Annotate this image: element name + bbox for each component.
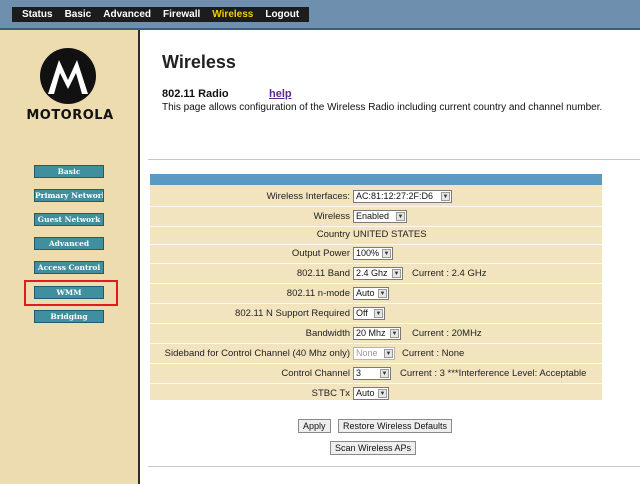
page-description: This page allows configuration of the Wi…: [162, 102, 603, 113]
row-n-mode: 802.11 n-mode Auto ▼: [150, 285, 602, 304]
n-support-label: 802.11 N Support Required: [235, 308, 350, 319]
row-output-power: Output Power 100% ▼: [150, 245, 602, 264]
nav-basic[interactable]: Basic: [59, 9, 98, 20]
wireless-value: Enabled: [356, 211, 390, 221]
restore-defaults-button[interactable]: Restore Wireless Defaults: [338, 419, 453, 433]
nav-status[interactable]: Status: [16, 9, 59, 20]
chevron-down-icon: ▼: [384, 349, 393, 358]
row-sideband: Sideband for Control Channel (40 Mhz onl…: [150, 345, 602, 364]
bandwidth-label: Bandwidth: [305, 328, 350, 339]
sideband-select[interactable]: None ▼: [353, 347, 395, 360]
scan-aps-button[interactable]: Scan Wireless APs: [330, 441, 417, 455]
row-wireless: Wireless Enabled ▼: [150, 208, 602, 227]
control-channel-current: Current : 3 ***Interference Level: Accep…: [400, 368, 587, 379]
help-link[interactable]: help: [269, 88, 292, 100]
sidebar-item-access-control[interactable]: Access Control: [34, 261, 104, 274]
wireless-settings-form: Wireless Interfaces: AC:81:12:27:2F:D6 ▼…: [150, 174, 602, 400]
sideband-label: Sideband for Control Channel (40 Mhz onl…: [164, 348, 350, 359]
sidebar-item-bridging[interactable]: Bridging: [34, 310, 104, 323]
sidebar-item-guest-network[interactable]: Guest Network: [34, 213, 104, 226]
stbc-tx-value: Auto: [356, 388, 375, 398]
control-channel-select[interactable]: 3 ▼: [353, 367, 391, 380]
row-n-support: 802.11 N Support Required Off ▼: [150, 305, 602, 324]
sidebar-item-basic[interactable]: Basic: [34, 165, 104, 178]
wireless-select[interactable]: Enabled ▼: [353, 210, 407, 223]
output-power-select[interactable]: 100% ▼: [353, 247, 393, 260]
chevron-down-icon: ▼: [441, 192, 450, 201]
control-channel-label: Control Channel: [281, 368, 350, 379]
band-value: 2.4 Ghz: [356, 268, 388, 278]
output-power-value: 100%: [356, 248, 380, 258]
chevron-down-icon: ▼: [374, 309, 383, 318]
sideband-current: Current : None: [402, 348, 465, 359]
chevron-down-icon: ▼: [392, 269, 401, 278]
apply-button[interactable]: Apply: [298, 419, 331, 433]
sideband-value: None: [356, 348, 378, 358]
page-title: Wireless: [162, 52, 236, 72]
n-mode-select[interactable]: Auto ▼: [353, 287, 389, 300]
sidebar-item-advanced[interactable]: Advanced: [34, 237, 104, 250]
sidebar-item-primary-network[interactable]: Primary Network: [34, 189, 104, 202]
chevron-down-icon: ▼: [390, 329, 399, 338]
band-current: Current : 2.4 GHz: [412, 268, 487, 279]
sidebar: MOTOROLA Basic Primary Network Guest Net…: [0, 30, 140, 484]
wireless-interfaces-select[interactable]: AC:81:12:27:2F:D6 ▼: [353, 190, 452, 203]
output-power-label: Output Power: [291, 248, 350, 259]
top-bar: Status Basic Advanced Firewall Wireless …: [0, 0, 640, 30]
divider: [148, 159, 640, 160]
band-label: 802.11 Band: [296, 268, 350, 279]
row-stbc-tx: STBC Tx Auto ▼: [150, 385, 602, 404]
band-select[interactable]: 2.4 Ghz ▼: [353, 267, 403, 280]
wireless-interfaces-label: Wireless Interfaces:: [266, 191, 350, 202]
bandwidth-current: Current : 20MHz: [412, 328, 482, 339]
motorola-batwing-icon: [40, 48, 96, 104]
top-nav: Status Basic Advanced Firewall Wireless …: [12, 7, 310, 22]
form-header-bar: [150, 174, 602, 185]
chevron-down-icon: ▼: [378, 389, 387, 398]
nav-wireless[interactable]: Wireless: [206, 9, 259, 20]
country-label: Country: [316, 229, 350, 240]
wmm-highlight-box: [24, 280, 118, 306]
row-wireless-interfaces: Wireless Interfaces: AC:81:12:27:2F:D6 ▼: [150, 188, 602, 207]
row-control-channel: Control Channel 3 ▼ Current : 3 ***Inter…: [150, 365, 602, 384]
main-content: Wireless 802.11 Radio help This page all…: [142, 30, 640, 484]
stbc-tx-select[interactable]: Auto ▼: [353, 387, 389, 400]
row-bandwidth: Bandwidth 20 Mhz ▼ Current : 20MHz: [150, 325, 602, 344]
n-support-select[interactable]: Off ▼: [353, 307, 385, 320]
brand-name: MOTOROLA: [26, 108, 114, 123]
bandwidth-select[interactable]: 20 Mhz ▼: [353, 327, 401, 340]
chevron-down-icon: ▼: [378, 289, 387, 298]
page-subtitle: 802.11 Radio: [162, 88, 229, 100]
n-mode-value: Auto: [356, 288, 375, 298]
country-value: UNITED STATES: [353, 229, 427, 240]
n-mode-label: 802.11 n-mode: [286, 288, 350, 299]
wireless-label: Wireless: [313, 211, 350, 222]
row-band: 802.11 Band 2.4 Ghz ▼ Current : 2.4 GHz: [150, 265, 602, 284]
chevron-down-icon: ▼: [382, 249, 391, 258]
chevron-down-icon: ▼: [380, 369, 389, 378]
nav-logout[interactable]: Logout: [259, 9, 305, 20]
bandwidth-value: 20 Mhz: [356, 328, 386, 338]
chevron-down-icon: ▼: [396, 212, 405, 221]
wireless-interfaces-value: AC:81:12:27:2F:D6: [356, 191, 434, 201]
bottom-divider: [148, 466, 640, 467]
control-channel-value: 3: [356, 368, 362, 378]
row-country: Country UNITED STATES: [150, 226, 602, 245]
nav-advanced[interactable]: Advanced: [97, 9, 157, 20]
nav-firewall[interactable]: Firewall: [157, 9, 206, 20]
n-support-value: Off: [356, 308, 368, 318]
stbc-tx-label: STBC Tx: [311, 388, 350, 399]
